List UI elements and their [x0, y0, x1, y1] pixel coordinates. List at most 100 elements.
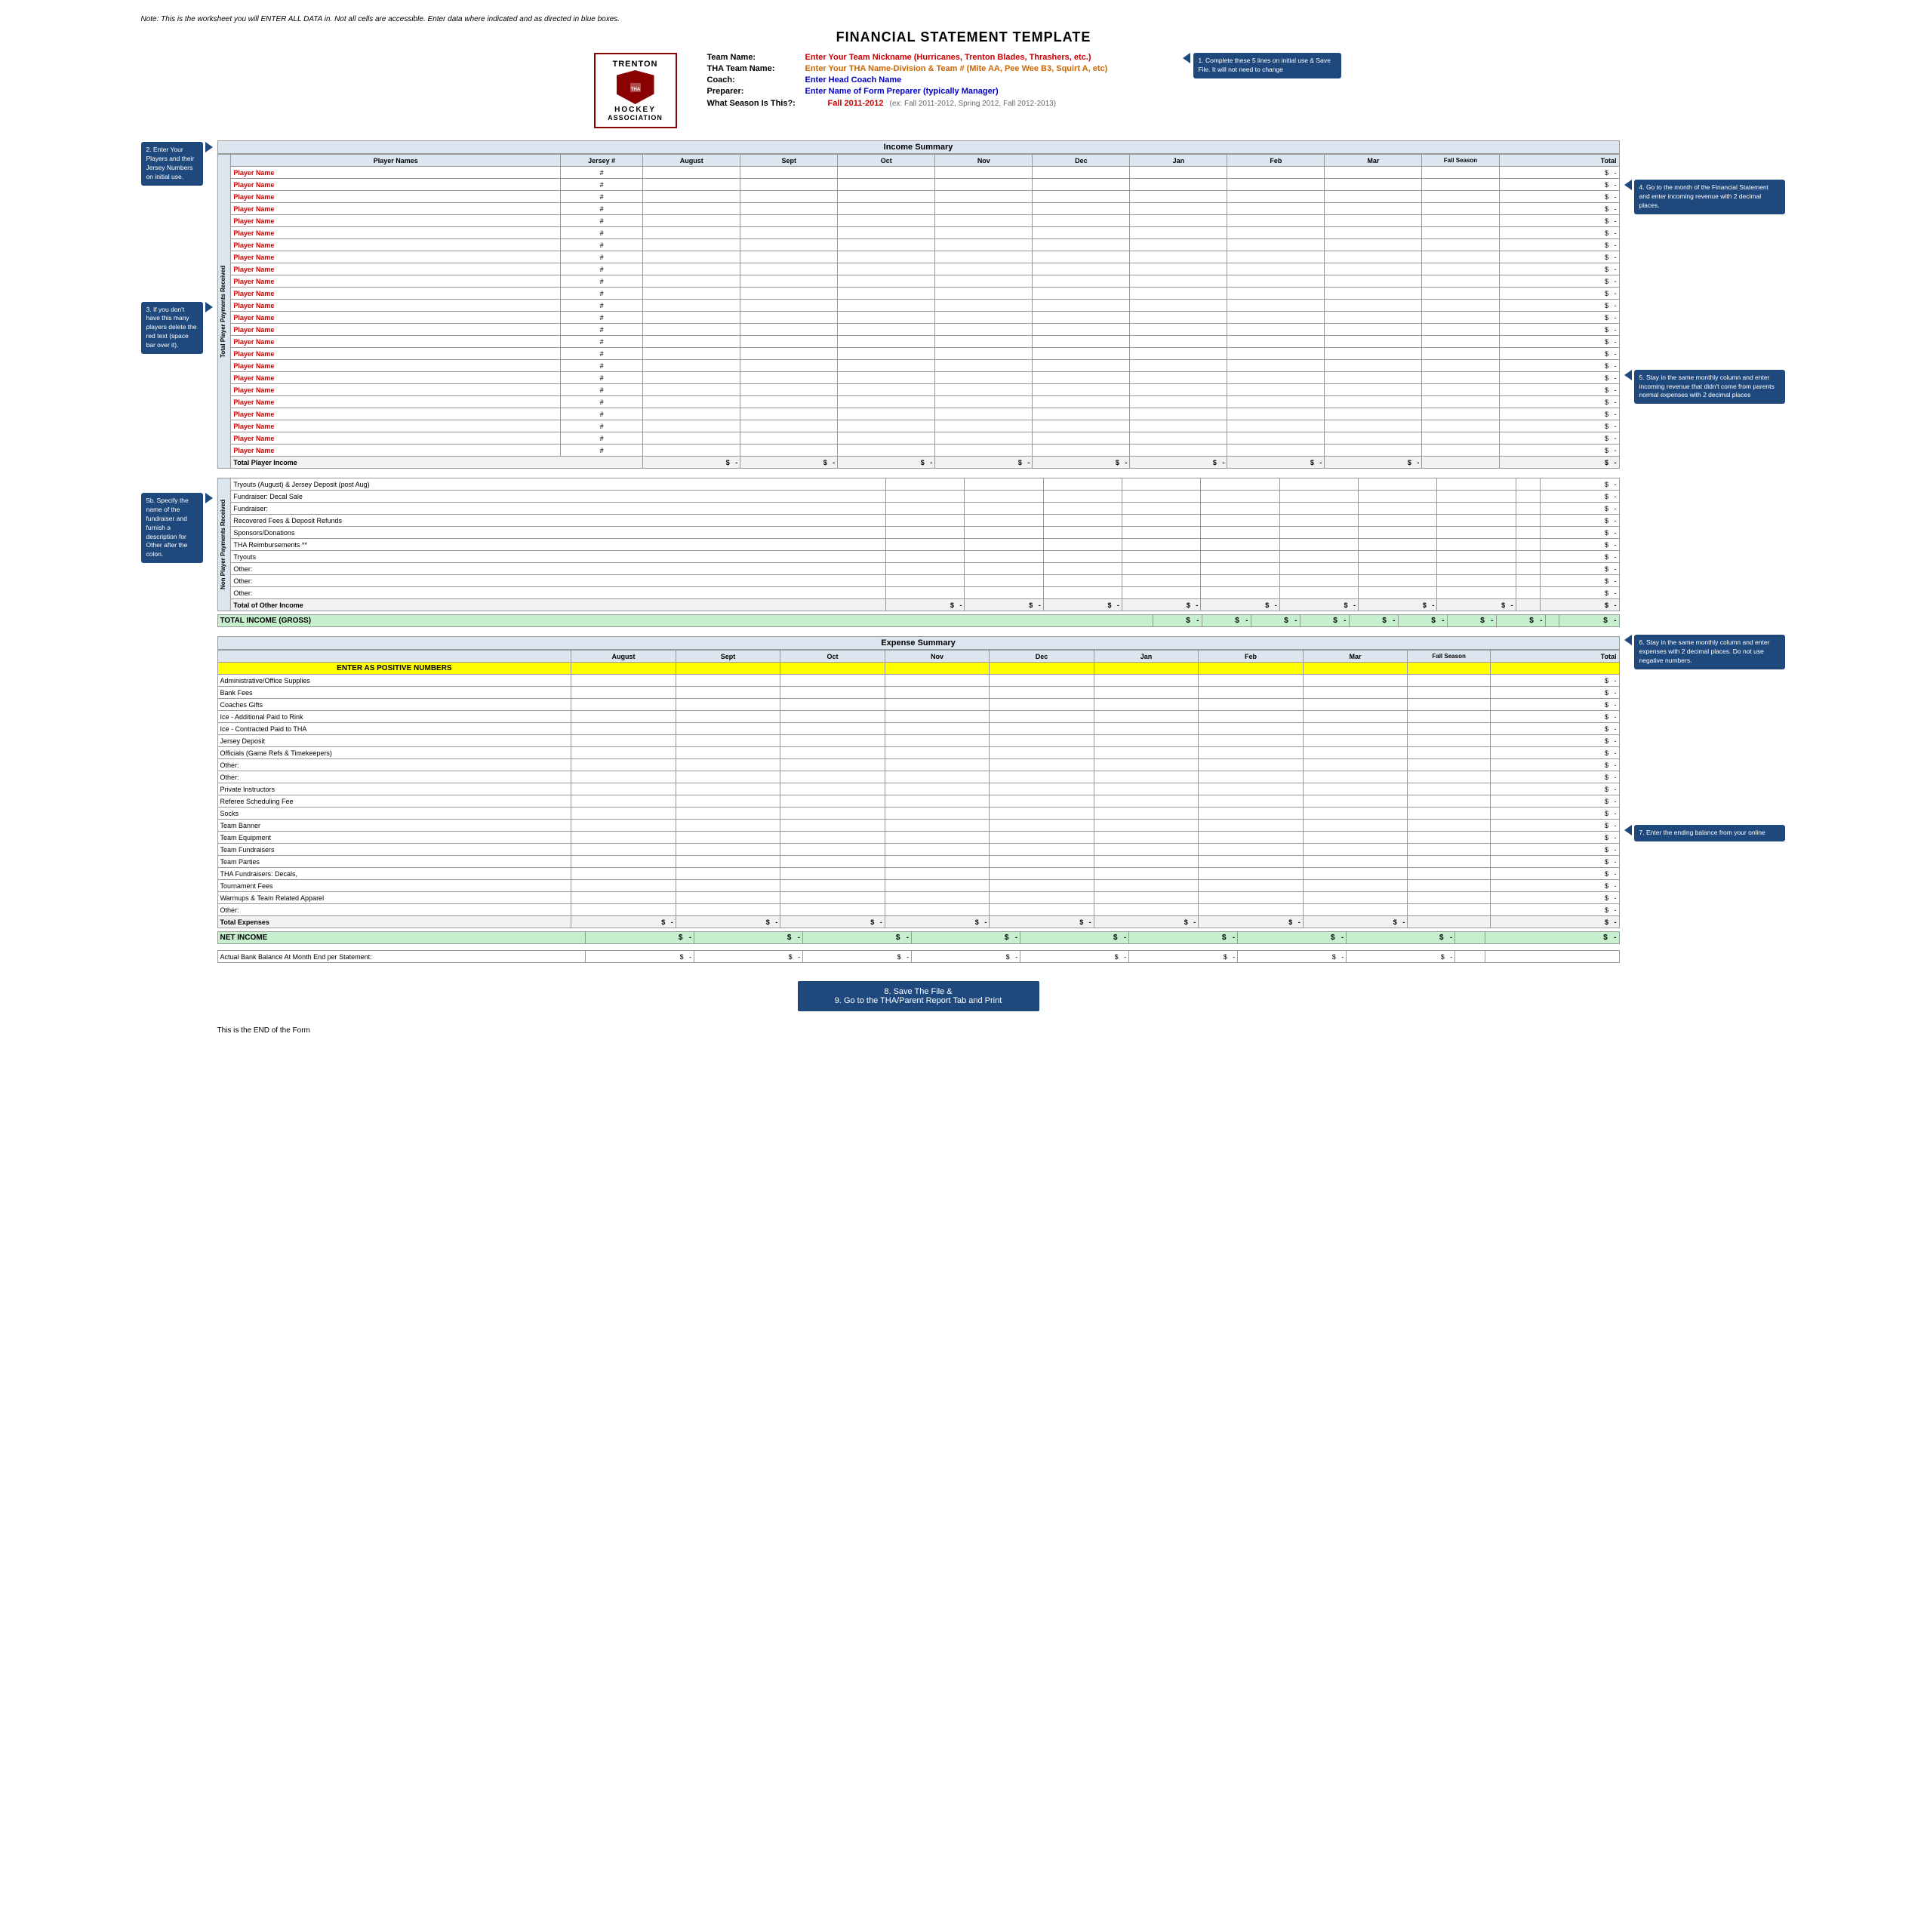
- jan-cell[interactable]: [1130, 300, 1227, 312]
- exp-oct[interactable]: [780, 795, 885, 808]
- mar-cell[interactable]: [1325, 203, 1422, 215]
- player-name[interactable]: Player Name: [231, 324, 561, 336]
- player-name[interactable]: Player Name: [231, 312, 561, 324]
- player-name[interactable]: Player Name: [231, 263, 561, 275]
- exp-dec[interactable]: [990, 735, 1094, 747]
- mar-cell[interactable]: [1325, 263, 1422, 275]
- exp-sept[interactable]: [676, 856, 780, 868]
- sept-cell[interactable]: [740, 312, 838, 324]
- sept-cell[interactable]: [740, 348, 838, 360]
- jan-cell[interactable]: [1130, 227, 1227, 239]
- exp-feb[interactable]: [1199, 904, 1304, 916]
- other-sept[interactable]: [965, 551, 1043, 563]
- dec-cell[interactable]: [1033, 251, 1130, 263]
- nov-cell[interactable]: [935, 360, 1033, 372]
- oct-cell[interactable]: [838, 408, 935, 420]
- aug-cell[interactable]: [643, 263, 740, 275]
- exp-mar[interactable]: [1303, 892, 1408, 904]
- exp-sept[interactable]: [676, 904, 780, 916]
- other-oct[interactable]: [1043, 515, 1122, 527]
- other-dec[interactable]: [1201, 478, 1279, 491]
- sept-cell[interactable]: [740, 191, 838, 203]
- aug-cell[interactable]: [643, 312, 740, 324]
- exp-nov[interactable]: [885, 687, 990, 699]
- exp-oct[interactable]: [780, 880, 885, 892]
- player-name[interactable]: Player Name: [231, 167, 561, 179]
- exp-dec[interactable]: [990, 687, 1094, 699]
- aug-cell[interactable]: [643, 275, 740, 288]
- sept-cell[interactable]: [740, 300, 838, 312]
- other-jan[interactable]: [1279, 478, 1358, 491]
- other-sept[interactable]: [965, 478, 1043, 491]
- exp-mar[interactable]: [1303, 747, 1408, 759]
- sept-cell[interactable]: [740, 167, 838, 179]
- player-name[interactable]: Player Name: [231, 288, 561, 300]
- exp-mar[interactable]: [1303, 675, 1408, 687]
- exp-nov[interactable]: [885, 880, 990, 892]
- dec-cell[interactable]: [1033, 396, 1130, 408]
- jan-cell[interactable]: [1130, 408, 1227, 420]
- other-mar[interactable]: [1437, 478, 1516, 491]
- sept-cell[interactable]: [740, 179, 838, 191]
- dec-cell[interactable]: [1033, 288, 1130, 300]
- exp-nov[interactable]: [885, 892, 990, 904]
- player-name[interactable]: Player Name: [231, 203, 561, 215]
- feb-cell[interactable]: [1227, 396, 1325, 408]
- aug-cell[interactable]: [643, 420, 740, 432]
- other-oct[interactable]: [1043, 587, 1122, 599]
- exp-oct[interactable]: [780, 868, 885, 880]
- other-nov[interactable]: [1122, 515, 1201, 527]
- exp-dec[interactable]: [990, 868, 1094, 880]
- exp-jan[interactable]: [1094, 759, 1199, 771]
- exp-oct[interactable]: [780, 723, 885, 735]
- jan-cell[interactable]: [1130, 384, 1227, 396]
- aug-cell[interactable]: [643, 179, 740, 191]
- mar-cell[interactable]: [1325, 384, 1422, 396]
- aug-cell[interactable]: [643, 348, 740, 360]
- feb-cell[interactable]: [1227, 432, 1325, 445]
- jersey-number[interactable]: #: [561, 336, 643, 348]
- feb-cell[interactable]: [1227, 288, 1325, 300]
- other-mar[interactable]: [1437, 503, 1516, 515]
- exp-sept[interactable]: [676, 675, 780, 687]
- exp-feb[interactable]: [1199, 808, 1304, 820]
- jersey-number[interactable]: #: [561, 167, 643, 179]
- exp-feb[interactable]: [1199, 735, 1304, 747]
- nov-cell[interactable]: [935, 239, 1033, 251]
- player-name[interactable]: Player Name: [231, 408, 561, 420]
- other-sept[interactable]: [965, 539, 1043, 551]
- exp-jan[interactable]: [1094, 832, 1199, 844]
- exp-oct[interactable]: [780, 783, 885, 795]
- nov-cell[interactable]: [935, 432, 1033, 445]
- nov-cell[interactable]: [935, 215, 1033, 227]
- mar-cell[interactable]: [1325, 288, 1422, 300]
- oct-cell[interactable]: [838, 191, 935, 203]
- dec-cell[interactable]: [1033, 300, 1130, 312]
- exp-jan[interactable]: [1094, 747, 1199, 759]
- other-nov[interactable]: [1122, 539, 1201, 551]
- exp-dec[interactable]: [990, 820, 1094, 832]
- exp-nov[interactable]: [885, 856, 990, 868]
- feb-cell[interactable]: [1227, 372, 1325, 384]
- exp-jan[interactable]: [1094, 687, 1199, 699]
- exp-nov[interactable]: [885, 832, 990, 844]
- dec-cell[interactable]: [1033, 336, 1130, 348]
- other-nov[interactable]: [1122, 575, 1201, 587]
- exp-mar[interactable]: [1303, 795, 1408, 808]
- jan-cell[interactable]: [1130, 432, 1227, 445]
- sept-cell[interactable]: [740, 372, 838, 384]
- exp-mar[interactable]: [1303, 771, 1408, 783]
- nov-cell[interactable]: [935, 348, 1033, 360]
- exp-aug[interactable]: [571, 759, 676, 771]
- other-sept[interactable]: [965, 587, 1043, 599]
- aug-cell[interactable]: [643, 239, 740, 251]
- exp-nov[interactable]: [885, 868, 990, 880]
- exp-nov[interactable]: [885, 783, 990, 795]
- exp-aug[interactable]: [571, 892, 676, 904]
- exp-mar[interactable]: [1303, 759, 1408, 771]
- oct-cell[interactable]: [838, 420, 935, 432]
- exp-sept[interactable]: [676, 868, 780, 880]
- other-jan[interactable]: [1279, 515, 1358, 527]
- aug-cell[interactable]: [643, 203, 740, 215]
- exp-sept[interactable]: [676, 844, 780, 856]
